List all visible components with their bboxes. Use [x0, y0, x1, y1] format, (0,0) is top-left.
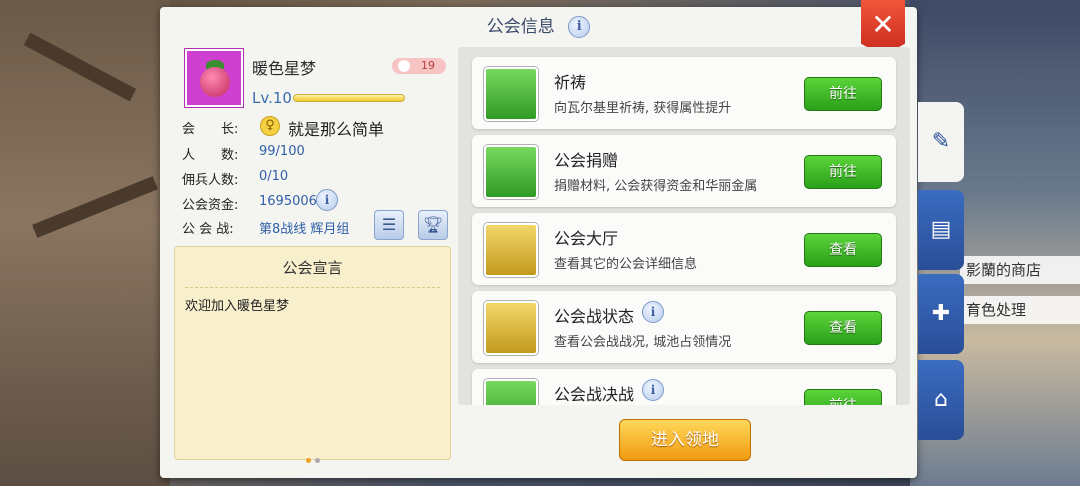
close-icon: ✕ — [871, 8, 895, 41]
funds-row: 公会资金: 16950066 i — [182, 189, 338, 213]
leader-label: 会 长: — [182, 122, 239, 137]
mercenary-label: 佣兵人数: — [182, 173, 239, 188]
info-icon[interactable]: i — [642, 301, 664, 323]
manifesto-divider — [185, 287, 440, 288]
contacts-icon: ▤ — [930, 217, 952, 242]
mercenary-row: 佣兵人数: 0/10 — [182, 169, 288, 188]
members-row: 人 数: 99/100 — [182, 144, 305, 163]
leader-row: 会 长: ♀ 就是那么简单 — [182, 116, 384, 139]
female-icon: ♀ — [260, 116, 280, 136]
item-title: 祈祷 — [554, 73, 587, 92]
house-icon: ⌂ — [934, 387, 948, 412]
item-title: 公会战状态 — [554, 307, 635, 326]
guild-name: 暖色星梦 — [252, 59, 317, 78]
view-button[interactable]: 查看 — [804, 311, 882, 345]
list-item: 公会捐赠 捐赠材料, 公会获得资金和华丽金属 前往 — [472, 135, 896, 207]
trophy-icon: 🏆︎ — [422, 215, 444, 234]
list-item: 公会战决战 i 前往 — [472, 369, 896, 405]
guild-icon: ✚ — [931, 301, 951, 326]
page-dot-active — [306, 458, 311, 463]
level-progress-bar — [293, 94, 405, 102]
info-icon[interactable]: i — [316, 189, 338, 211]
item-desc: 查看公会战战况, 城池占领情况 — [554, 335, 732, 350]
badge-icon — [398, 60, 410, 72]
guild-avatar — [185, 49, 243, 107]
list-item: 公会大厅 查看其它的公会详细信息 查看 — [472, 213, 896, 285]
guild-war-row: 公 会 战: 第8战线 辉月组 — [182, 218, 349, 237]
item-title: 公会大厅 — [554, 229, 619, 248]
badge-count: 19 — [421, 59, 435, 72]
page-dot — [315, 458, 320, 463]
background-shop-sign: 影蘭的商店 — [960, 256, 1080, 284]
tab-guild-hall[interactable]: ✚ — [918, 274, 964, 354]
page-title: 公会信息 — [486, 17, 555, 37]
edit-icon: ✎ — [931, 129, 951, 154]
tab-territory[interactable]: ⌂ — [918, 360, 964, 440]
members-label: 人 数: — [182, 148, 239, 163]
goto-button[interactable]: 前往 — [804, 389, 882, 405]
members-value: 99/100 — [259, 144, 305, 159]
guild-info-panel: 公会信息 i ✕ 暖色星梦 19 Lv.10 会 长: ♀ 就是那么简单 人 数… — [160, 0, 917, 478]
fortress-icon — [484, 301, 538, 355]
tab-guild-info[interactable]: ✎ — [918, 102, 964, 182]
item-desc: 捐赠材料, 公会获得资金和华丽金属 — [554, 179, 758, 194]
guild-level: Lv.10 — [252, 89, 292, 107]
mercenary-value: 0/10 — [259, 169, 289, 184]
guild-badge: 19 — [392, 58, 446, 74]
manifesto-title: 公会宣言 — [282, 259, 343, 277]
page-dots — [306, 448, 324, 467]
list-icon: ☰ — [381, 215, 397, 234]
background-shop-sign-2: 育色处理 — [960, 296, 1080, 324]
funds-label: 公会资金: — [182, 198, 239, 213]
tab-members[interactable]: ▤ — [918, 190, 964, 270]
level-progress-fill — [294, 95, 404, 101]
view-button[interactable]: 查看 — [804, 233, 882, 267]
panel-header: 公会信息 i — [160, 7, 917, 47]
list-item: 祈祷 向瓦尔基里祈祷, 获得属性提升 前往 — [472, 57, 896, 129]
goto-button[interactable]: 前往 — [804, 77, 882, 111]
item-title: 公会捐赠 — [554, 151, 619, 170]
info-icon[interactable]: i — [642, 379, 664, 401]
goto-button[interactable]: 前往 — [804, 155, 882, 189]
trophy-button[interactable]: 🏆︎ — [418, 210, 448, 240]
item-desc: 向瓦尔基里祈祷, 获得属性提升 — [554, 101, 732, 116]
manifesto-text: 欢迎加入暖色星梦 — [185, 299, 290, 314]
list-item: 公会战状态 i 查看公会战战况, 城池占领情况 查看 — [472, 291, 896, 363]
list-button[interactable]: ☰ — [374, 210, 404, 240]
enter-territory-button[interactable]: 进入领地 — [619, 419, 751, 461]
background-left — [0, 0, 170, 486]
feature-list[interactable]: 祈祷 向瓦尔基里祈祷, 获得属性提升 前往 公会捐赠 捐赠材料, 公会获得资金和… — [458, 47, 910, 405]
avatar-fruit — [200, 67, 230, 97]
guild-war-label: 公 会 战: — [182, 222, 234, 237]
prayer-icon — [484, 67, 538, 121]
leader-name[interactable]: 就是那么简单 — [288, 116, 384, 140]
donate-icon — [484, 145, 538, 199]
info-icon[interactable]: i — [568, 16, 591, 38]
guild-manifesto: 公会宣言 欢迎加入暖色星梦 — [174, 246, 451, 463]
item-title: 公会战决战 — [554, 385, 635, 404]
guild-war-value[interactable]: 第8战线 辉月组 — [259, 218, 349, 237]
crossed-swords-icon — [484, 379, 538, 405]
castle-icon — [484, 223, 538, 277]
item-desc: 查看其它的公会详细信息 — [554, 257, 698, 272]
